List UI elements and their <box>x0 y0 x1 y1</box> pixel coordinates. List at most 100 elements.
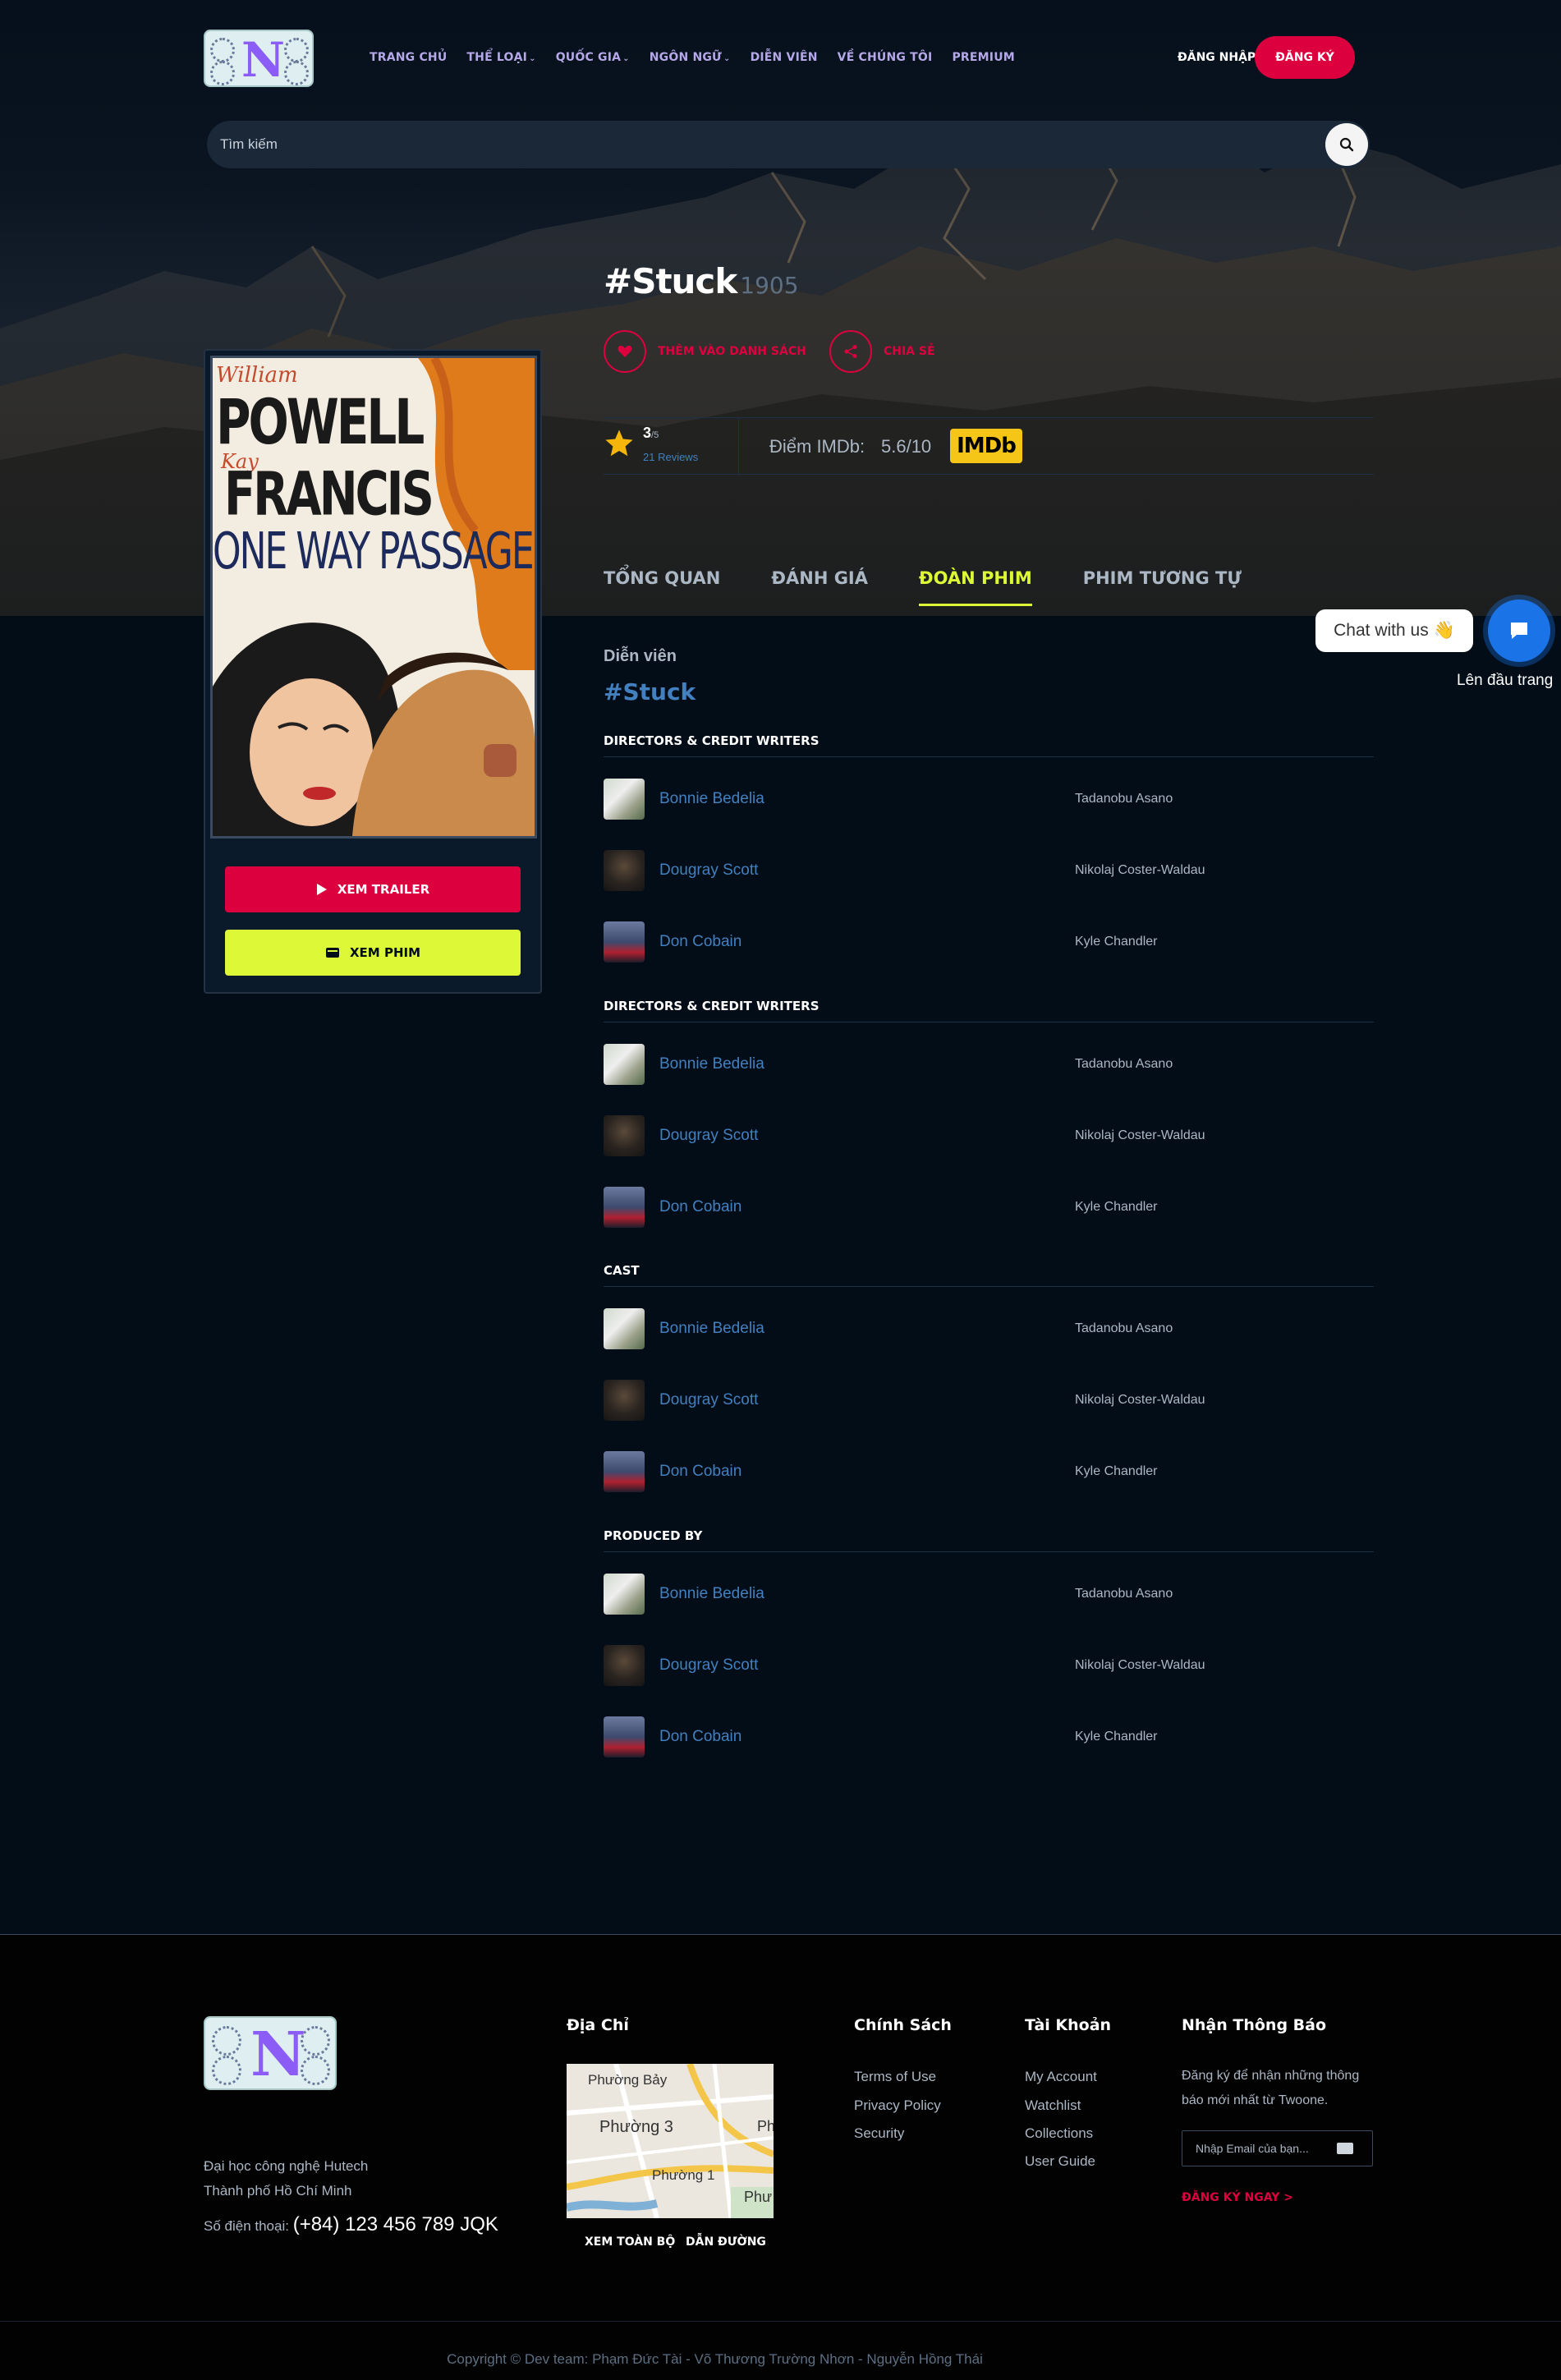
movie-tabs: TỔNG QUAN ĐÁNH GIÁ ĐOÀN PHIM PHIM TƯƠNG … <box>604 568 1292 606</box>
tab-reviews[interactable]: ĐÁNH GIÁ <box>771 568 868 606</box>
footer-link-terms[interactable]: Terms of Use <box>854 2069 936 2085</box>
avatar[interactable] <box>604 850 645 891</box>
crew-row: Dougray Scott Nikolaj Coster-Waldau <box>604 1624 1374 1695</box>
map-label: Ph <box>757 2118 774 2134</box>
avatar[interactable] <box>604 1380 645 1421</box>
nav-item-genre[interactable]: THỂ LOẠI ⌄ <box>466 51 535 64</box>
divider <box>738 418 739 476</box>
nav-item-actors[interactable]: DIỄN VIÊN <box>751 51 818 64</box>
imdb-logo: IMDb <box>950 429 1022 463</box>
avatar[interactable] <box>604 1115 645 1156</box>
footer-link-watchlist[interactable]: Watchlist <box>1025 2097 1081 2114</box>
crew-row: Dougray Scott Nikolaj Coster-Waldau <box>604 1094 1374 1165</box>
person-name-link[interactable]: Don Cobain <box>659 1728 741 1746</box>
person-name-link[interactable]: Don Cobain <box>659 933 741 951</box>
location-map[interactable]: Phường Bảy Phường 3 Phường 1 Ph Phư <box>567 2064 774 2218</box>
crew-section: DIRECTORS & CREDIT WRITERS Bonnie Bedelia… <box>604 999 1374 1237</box>
crew-row: Bonnie Bedelia Tadanobu Asano <box>604 757 1374 829</box>
reviews-link[interactable]: 21 Reviews <box>643 451 698 463</box>
footer-phone: Số điện thoại: (+84) 123 456 789 JQK <box>204 2213 498 2235</box>
search-icon <box>1339 137 1354 152</box>
crew-row: Don Cobain Kyle Chandler <box>604 900 1374 972</box>
crew-section: PRODUCED BY Bonnie Bedelia Tadanobu Asano D… <box>604 1528 1374 1767</box>
footer-link-security[interactable]: Security <box>854 2125 904 2142</box>
heart-icon <box>618 345 632 357</box>
poster-title: ONE WAY PASSAGE <box>213 522 535 581</box>
avatar[interactable] <box>604 1645 645 1686</box>
movie-poster: William POWELL Kay FRANCIS ONE WAY PASSA… <box>210 356 537 839</box>
person-name-link[interactable]: Bonnie Bedelia <box>659 1320 764 1338</box>
person-name-link[interactable]: Don Cobain <box>659 1463 741 1481</box>
person-name-link[interactable]: Don Cobain <box>659 1198 741 1216</box>
nav-item-home[interactable]: TRANG CHỦ <box>370 51 447 64</box>
signup-button[interactable]: ĐĂNG KÝ <box>1255 36 1355 79</box>
nav-item-premium[interactable]: PREMIUM <box>952 51 1014 64</box>
footer-link-privacy[interactable]: Privacy Policy <box>854 2097 941 2114</box>
avatar[interactable] <box>604 921 645 963</box>
user-rating: 3/5 <box>643 425 659 441</box>
map-directions-link[interactable]: DẪN ĐƯỜNG <box>686 2235 766 2249</box>
search-button[interactable] <box>1325 123 1368 166</box>
footer-logo[interactable]: N <box>204 2016 337 2090</box>
share-button[interactable]: CHIA SẺ <box>829 330 935 373</box>
footer-link-account[interactable]: My Account <box>1025 2069 1097 2085</box>
footer-link-guide[interactable]: User Guide <box>1025 2153 1095 2170</box>
person-name-link[interactable]: Dougray Scott <box>659 1391 758 1409</box>
footer-address: Đại học công nghệ Hutech Thành phố Hồ Ch… <box>204 2158 369 2199</box>
person-name-link[interactable]: Dougray Scott <box>659 1656 758 1675</box>
subscribe-link[interactable]: ĐĂNG KÝ NGAY > <box>1182 2191 1293 2204</box>
back-to-top-link[interactable]: Lên đầu trang <box>1457 672 1553 690</box>
person-name-link[interactable]: Dougray Scott <box>659 1127 758 1145</box>
crew-row: Dougray Scott Nikolaj Coster-Waldau <box>604 829 1374 900</box>
avatar[interactable] <box>604 1574 645 1615</box>
login-link[interactable]: ĐĂNG NHẬP <box>1178 51 1256 64</box>
person-role: Kyle Chandler <box>1075 935 1158 949</box>
person-role: Nikolaj Coster-Waldau <box>1075 863 1205 877</box>
watch-trailer-button[interactable]: XEM TRAILER <box>225 866 521 912</box>
nav-item-about[interactable]: VỀ CHÚNG TÔI <box>838 51 933 64</box>
footer-address-title: Địa Chỉ <box>567 2016 629 2034</box>
avatar[interactable] <box>604 1451 645 1492</box>
person-role: Nikolaj Coster-Waldau <box>1075 1393 1205 1407</box>
logo-letter-icon: N <box>250 2019 306 2090</box>
add-to-list-button[interactable]: THÊM VÀO DANH SÁCH <box>604 330 806 373</box>
footer-policy-title: Chính Sách <box>854 2016 952 2034</box>
watch-movie-button[interactable]: XEM PHIM <box>225 930 521 976</box>
rating-bar: 3/5 21 Reviews Điểm IMDb: 5.6/10 IMDb <box>604 417 1374 476</box>
tab-overview[interactable]: TỔNG QUAN <box>604 568 720 606</box>
crew-section: DIRECTORS & CREDIT WRITERS Bonnie Bedelia… <box>604 733 1374 972</box>
tab-related[interactable]: PHIM TƯƠNG TỰ <box>1083 568 1242 606</box>
chat-button[interactable] <box>1488 600 1550 662</box>
nav-item-country[interactable]: QUỐC GIA ⌄ <box>556 51 630 64</box>
person-name-link[interactable]: Bonnie Bedelia <box>659 1585 764 1603</box>
crew-row: Dougray Scott Nikolaj Coster-Waldau <box>604 1358 1374 1430</box>
avatar[interactable] <box>604 1044 645 1085</box>
map-label: Phư <box>744 2189 773 2205</box>
cast-movie-title: #Stuck <box>604 678 696 705</box>
search-bar[interactable]: Tìm kiếm <box>207 121 1370 168</box>
site-logo[interactable]: N <box>204 30 314 87</box>
site-header: N TRANG CHỦ THỂ LOẠI ⌄ QUỐC GIA ⌄ NGÔN NGỮ… <box>204 30 1357 87</box>
tab-cast-crew[interactable]: ĐOÀN PHIM <box>919 568 1032 606</box>
avatar[interactable] <box>604 1308 645 1349</box>
chat-bubble[interactable]: Chat with us 👋 <box>1315 609 1473 652</box>
person-name-link[interactable]: Bonnie Bedelia <box>659 1055 764 1073</box>
search-input[interactable]: Tìm kiếm <box>220 136 278 153</box>
person-name-link[interactable]: Dougray Scott <box>659 861 758 880</box>
map-view-all-link[interactable]: XEM TOÀN BỘ <box>585 2235 675 2249</box>
crew-row: Don Cobain Kyle Chandler <box>604 1430 1374 1501</box>
copyright: Copyright © Dev team: Phạm Đức Tài - Võ … <box>0 2321 1561 2368</box>
nav-item-language[interactable]: NGÔN NGỮ ⌄ <box>650 51 731 64</box>
avatar[interactable] <box>604 779 645 820</box>
person-name-link[interactable]: Bonnie Bedelia <box>659 790 764 808</box>
chat-icon <box>1511 623 1527 639</box>
person-role: Tadanobu Asano <box>1075 1057 1173 1071</box>
email-field[interactable]: Nhập Email của bạn... <box>1182 2130 1373 2166</box>
ticket-icon <box>325 948 339 958</box>
footer-newsletter-title: Nhận Thông Báo <box>1182 2016 1327 2034</box>
avatar[interactable] <box>604 1187 645 1228</box>
footer-account-title: Tài Khoản <box>1025 2016 1112 2034</box>
main-nav: TRANG CHỦ THỂ LOẠI ⌄ QUỐC GIA ⌄ NGÔN NGỮ ⌄ … <box>370 51 1035 64</box>
avatar[interactable] <box>604 1716 645 1757</box>
footer-link-collections[interactable]: Collections <box>1025 2125 1093 2142</box>
